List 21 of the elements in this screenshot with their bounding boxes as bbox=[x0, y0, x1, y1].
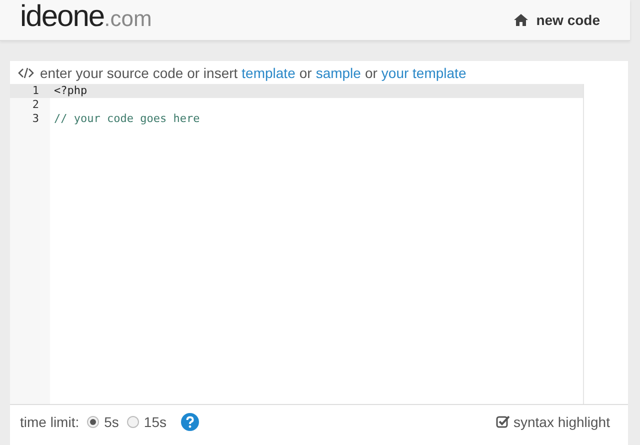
prompt-text: or bbox=[364, 64, 378, 80]
code-editor[interactable]: 1 2 3 <?php // your code goes here bbox=[10, 84, 628, 405]
syntax-highlight-checkbox[interactable]: syntax highlight bbox=[496, 414, 610, 430]
line-number: 2 bbox=[32, 98, 39, 111]
prompt-text: or bbox=[299, 64, 312, 80]
home-icon bbox=[514, 14, 528, 26]
link[interactable]: template bbox=[242, 64, 296, 80]
line-number: 3 bbox=[32, 112, 39, 125]
time-limit-label: time limit: bbox=[20, 414, 80, 430]
time-limit-radio[interactable]: 15s bbox=[126, 414, 166, 430]
new-code-link[interactable]: new code bbox=[514, 12, 600, 28]
code-comment: // your code goes here bbox=[54, 112, 200, 125]
line-number: 1 bbox=[32, 84, 39, 97]
prompt-text: enter your source code or insert bbox=[40, 64, 238, 80]
link[interactable]: sample bbox=[316, 64, 361, 80]
code-icon bbox=[18, 66, 34, 78]
link[interactable]: your template bbox=[381, 64, 466, 80]
site-logo[interactable]: ideone.com bbox=[20, 0, 152, 39]
code-line: <?php bbox=[54, 84, 88, 97]
time-limit-radio[interactable]: 5s bbox=[87, 414, 119, 430]
help-icon[interactable] bbox=[180, 413, 198, 431]
